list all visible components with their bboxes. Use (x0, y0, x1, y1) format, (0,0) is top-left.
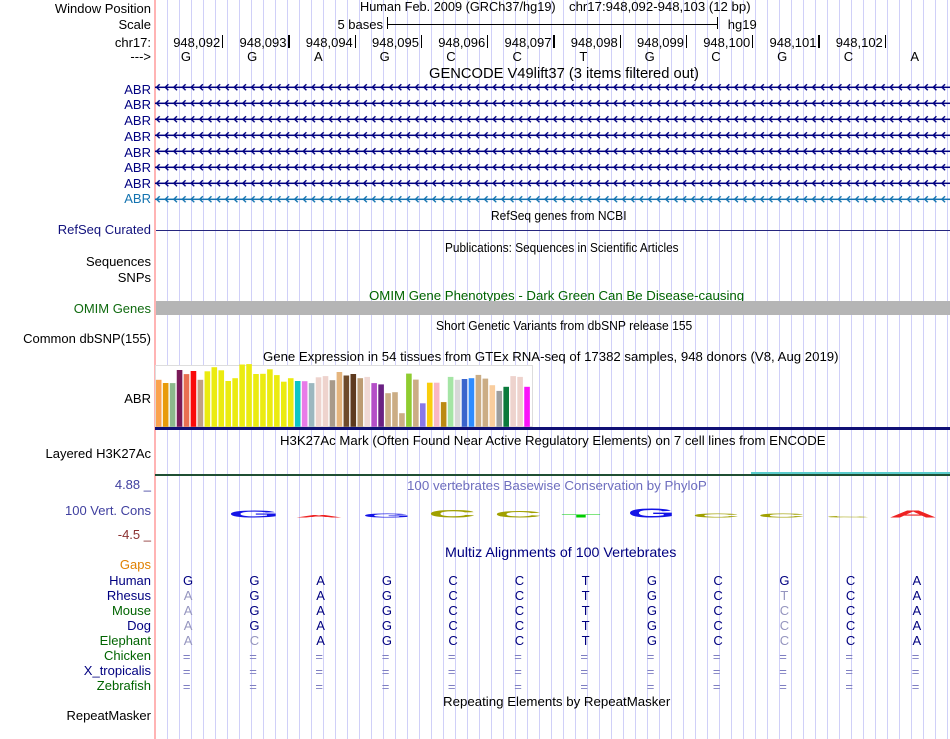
svg-text:T: T (561, 513, 601, 518)
svg-text:C: C (428, 507, 476, 520)
svg-text:A: A (889, 509, 938, 520)
svg-text:C: C (758, 513, 806, 519)
svg-text:C: C (494, 509, 542, 520)
svg-text:C: C (826, 516, 870, 518)
svg-text:G: G (228, 509, 280, 520)
svg-text:G: G (627, 506, 675, 521)
svg-text:A: A (295, 514, 343, 518)
svg-text:G: G (363, 513, 412, 519)
svg-text:C: C (692, 513, 740, 519)
